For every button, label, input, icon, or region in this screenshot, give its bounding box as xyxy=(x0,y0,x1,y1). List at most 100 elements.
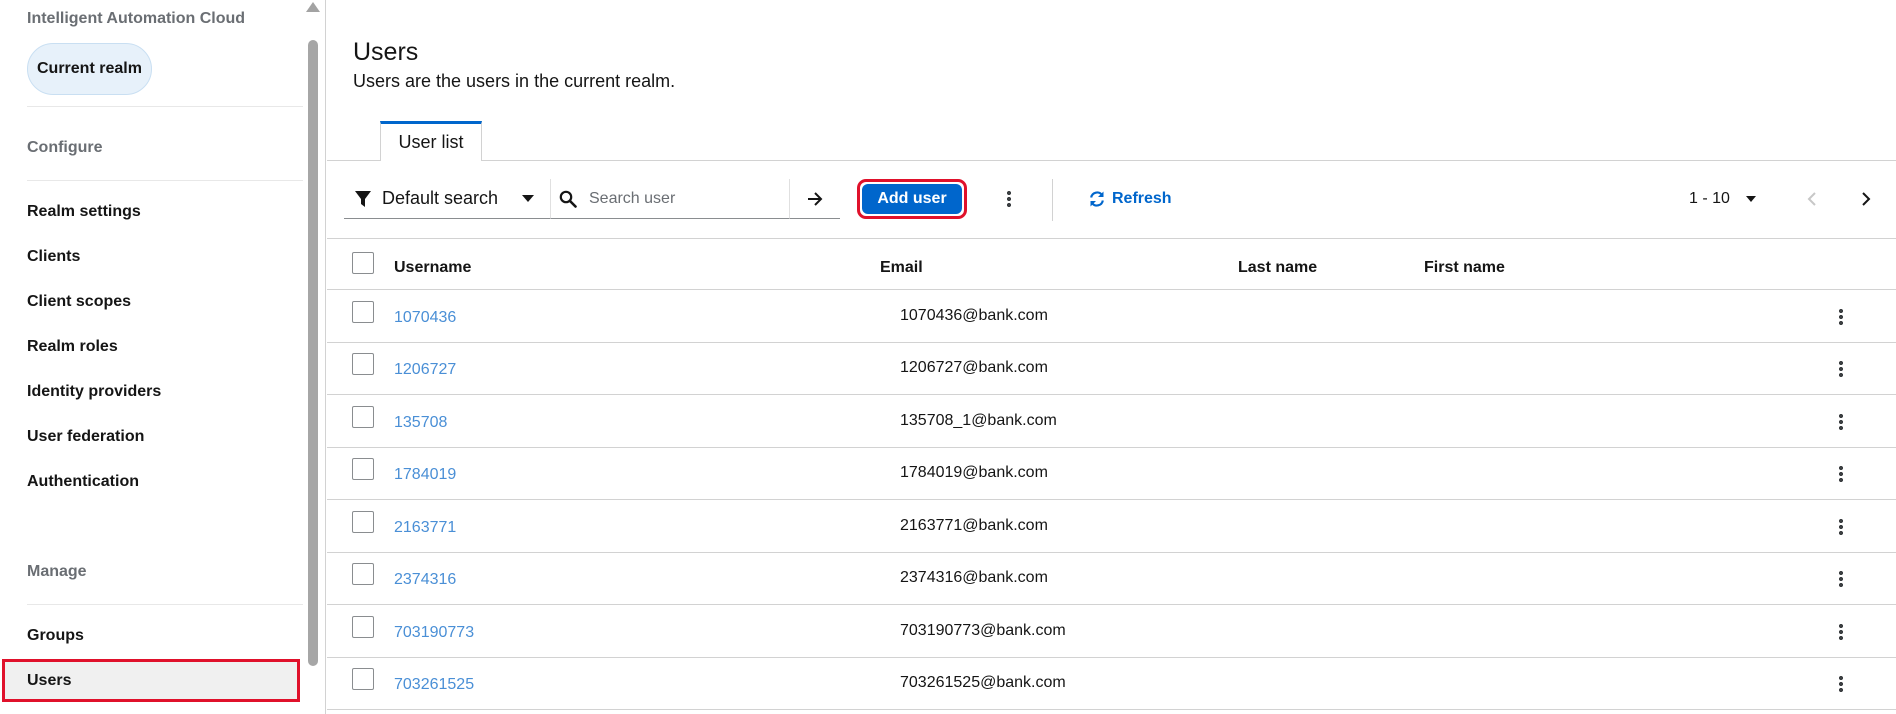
table-row: 1070436 1070436@bank.com xyxy=(327,291,1896,343)
page-description: Users are the users in the current realm… xyxy=(353,71,676,91)
table-row: 703261525 703261525@bank.com xyxy=(327,658,1896,710)
next-page-button[interactable] xyxy=(1854,187,1878,211)
toolbar-separator xyxy=(1052,179,1053,221)
kebab-icon xyxy=(1839,675,1843,693)
caret-down-icon xyxy=(1745,196,1756,202)
add-user-label: Add user xyxy=(862,184,962,214)
username-link[interactable]: 703261525 xyxy=(394,676,474,694)
email-cell: 703261525@bank.com xyxy=(900,674,1066,691)
tab-label: User list xyxy=(398,132,464,152)
table-row: 1784019 1784019@bank.com xyxy=(327,448,1896,500)
kebab-icon xyxy=(1007,190,1011,208)
chevron-left-icon xyxy=(1807,192,1816,206)
sidebar-item-realm-settings[interactable]: Realm settings xyxy=(27,203,141,221)
sidebar-divider xyxy=(27,106,303,107)
table-row: 1206727 1206727@bank.com xyxy=(327,343,1896,395)
toolbar-kebab-menu[interactable] xyxy=(999,187,1019,211)
page-title: Users xyxy=(353,38,419,66)
table-row: 2374316 2374316@bank.com xyxy=(327,553,1896,605)
row-actions-button[interactable] xyxy=(1831,305,1851,329)
sidebar-item-identity-providers[interactable]: Identity providers xyxy=(27,383,161,401)
pagination-toggle[interactable]: 1 - 10 xyxy=(1689,187,1756,211)
sidebar-item-clients[interactable]: Clients xyxy=(27,248,80,266)
kebab-icon xyxy=(1839,465,1843,483)
search-box xyxy=(550,179,789,219)
column-header-username: Username xyxy=(394,259,472,276)
kebab-icon xyxy=(1839,518,1843,536)
row-checkbox[interactable] xyxy=(352,406,374,428)
username-link[interactable]: 135708 xyxy=(394,414,447,432)
column-header-last-name: Last name xyxy=(1238,259,1318,276)
email-cell: 2163771@bank.com xyxy=(900,517,1048,534)
refresh-button[interactable]: Refresh xyxy=(1088,187,1172,211)
sidebar: Intelligent Automation Cloud Current rea… xyxy=(0,0,326,714)
row-checkbox[interactable] xyxy=(352,511,374,533)
kebab-icon xyxy=(1839,570,1843,588)
search-icon xyxy=(559,190,577,208)
username-link[interactable]: 2163771 xyxy=(394,519,456,537)
search-submit-button[interactable] xyxy=(789,179,840,219)
kebab-icon xyxy=(1839,308,1843,326)
row-actions-button[interactable] xyxy=(1831,410,1851,434)
username-link[interactable]: 703190773 xyxy=(394,624,474,642)
email-cell: 1070436@bank.com xyxy=(900,307,1048,324)
username-link[interactable]: 1784019 xyxy=(394,466,456,484)
sidebar-item-users[interactable]: Users xyxy=(2,659,300,702)
chevron-right-icon xyxy=(1862,192,1871,206)
row-actions-button[interactable] xyxy=(1831,357,1851,381)
toolbar: Default search Add user xyxy=(327,161,1896,239)
scroll-up-arrow-icon[interactable] xyxy=(306,2,320,12)
column-header-email: Email xyxy=(880,259,923,276)
sidebar-scrollbar-thumb[interactable] xyxy=(308,40,318,666)
row-checkbox[interactable] xyxy=(352,353,374,375)
table-row: 703190773 703190773@bank.com xyxy=(327,606,1896,658)
table-row: 2163771 2163771@bank.com xyxy=(327,501,1896,553)
sidebar-item-authentication[interactable]: Authentication xyxy=(27,473,139,491)
email-cell: 2374316@bank.com xyxy=(900,569,1048,586)
row-actions-button[interactable] xyxy=(1831,672,1851,696)
row-actions-button[interactable] xyxy=(1831,462,1851,486)
kebab-icon xyxy=(1839,623,1843,641)
search-type-dropdown[interactable]: Default search xyxy=(344,179,550,219)
kebab-icon xyxy=(1839,413,1843,431)
username-link[interactable]: 2374316 xyxy=(394,571,456,589)
previous-page-button[interactable] xyxy=(1800,187,1824,211)
tab-user-list[interactable]: User list xyxy=(380,121,482,161)
kebab-icon xyxy=(1839,360,1843,378)
email-cell: 135708_1@bank.com xyxy=(900,412,1057,429)
add-user-button[interactable]: Add user xyxy=(857,179,967,219)
sidebar-item-client-scopes[interactable]: Client scopes xyxy=(27,293,131,311)
sidebar-item-realm-roles[interactable]: Realm roles xyxy=(27,338,118,356)
row-actions-button[interactable] xyxy=(1831,620,1851,644)
arrow-right-icon xyxy=(808,191,823,206)
table-header: Username Email Last name First name xyxy=(327,240,1896,290)
row-checkbox[interactable] xyxy=(352,668,374,690)
sidebar-item-groups[interactable]: Groups xyxy=(27,627,84,645)
row-checkbox[interactable] xyxy=(352,301,374,323)
row-checkbox[interactable] xyxy=(352,616,374,638)
refresh-label: Refresh xyxy=(1112,190,1172,207)
pagination-label: 1 - 10 xyxy=(1689,190,1730,207)
current-realm-button[interactable]: Current realm xyxy=(27,43,152,95)
filter-icon xyxy=(355,190,371,207)
row-actions-button[interactable] xyxy=(1831,515,1851,539)
caret-down-icon xyxy=(522,195,534,202)
username-link[interactable]: 1070436 xyxy=(394,309,456,327)
app-name: Intelligent Automation Cloud xyxy=(27,10,246,27)
section-configure: Configure xyxy=(27,139,103,156)
column-header-first-name: First name xyxy=(1424,259,1505,276)
sidebar-item-user-federation[interactable]: User federation xyxy=(27,428,144,446)
email-cell: 1784019@bank.com xyxy=(900,464,1048,481)
row-checkbox[interactable] xyxy=(352,458,374,480)
row-checkbox[interactable] xyxy=(352,563,374,585)
sidebar-divider xyxy=(27,180,303,181)
search-input[interactable] xyxy=(589,189,779,208)
section-manage: Manage xyxy=(27,563,87,580)
select-all-checkbox[interactable] xyxy=(352,252,374,274)
username-link[interactable]: 1206727 xyxy=(394,361,456,379)
search-type-label: Default search xyxy=(382,188,499,208)
email-cell: 1206727@bank.com xyxy=(900,359,1048,376)
table-row: 135708 135708_1@bank.com xyxy=(327,396,1896,448)
row-actions-button[interactable] xyxy=(1831,567,1851,591)
refresh-icon xyxy=(1090,191,1104,207)
